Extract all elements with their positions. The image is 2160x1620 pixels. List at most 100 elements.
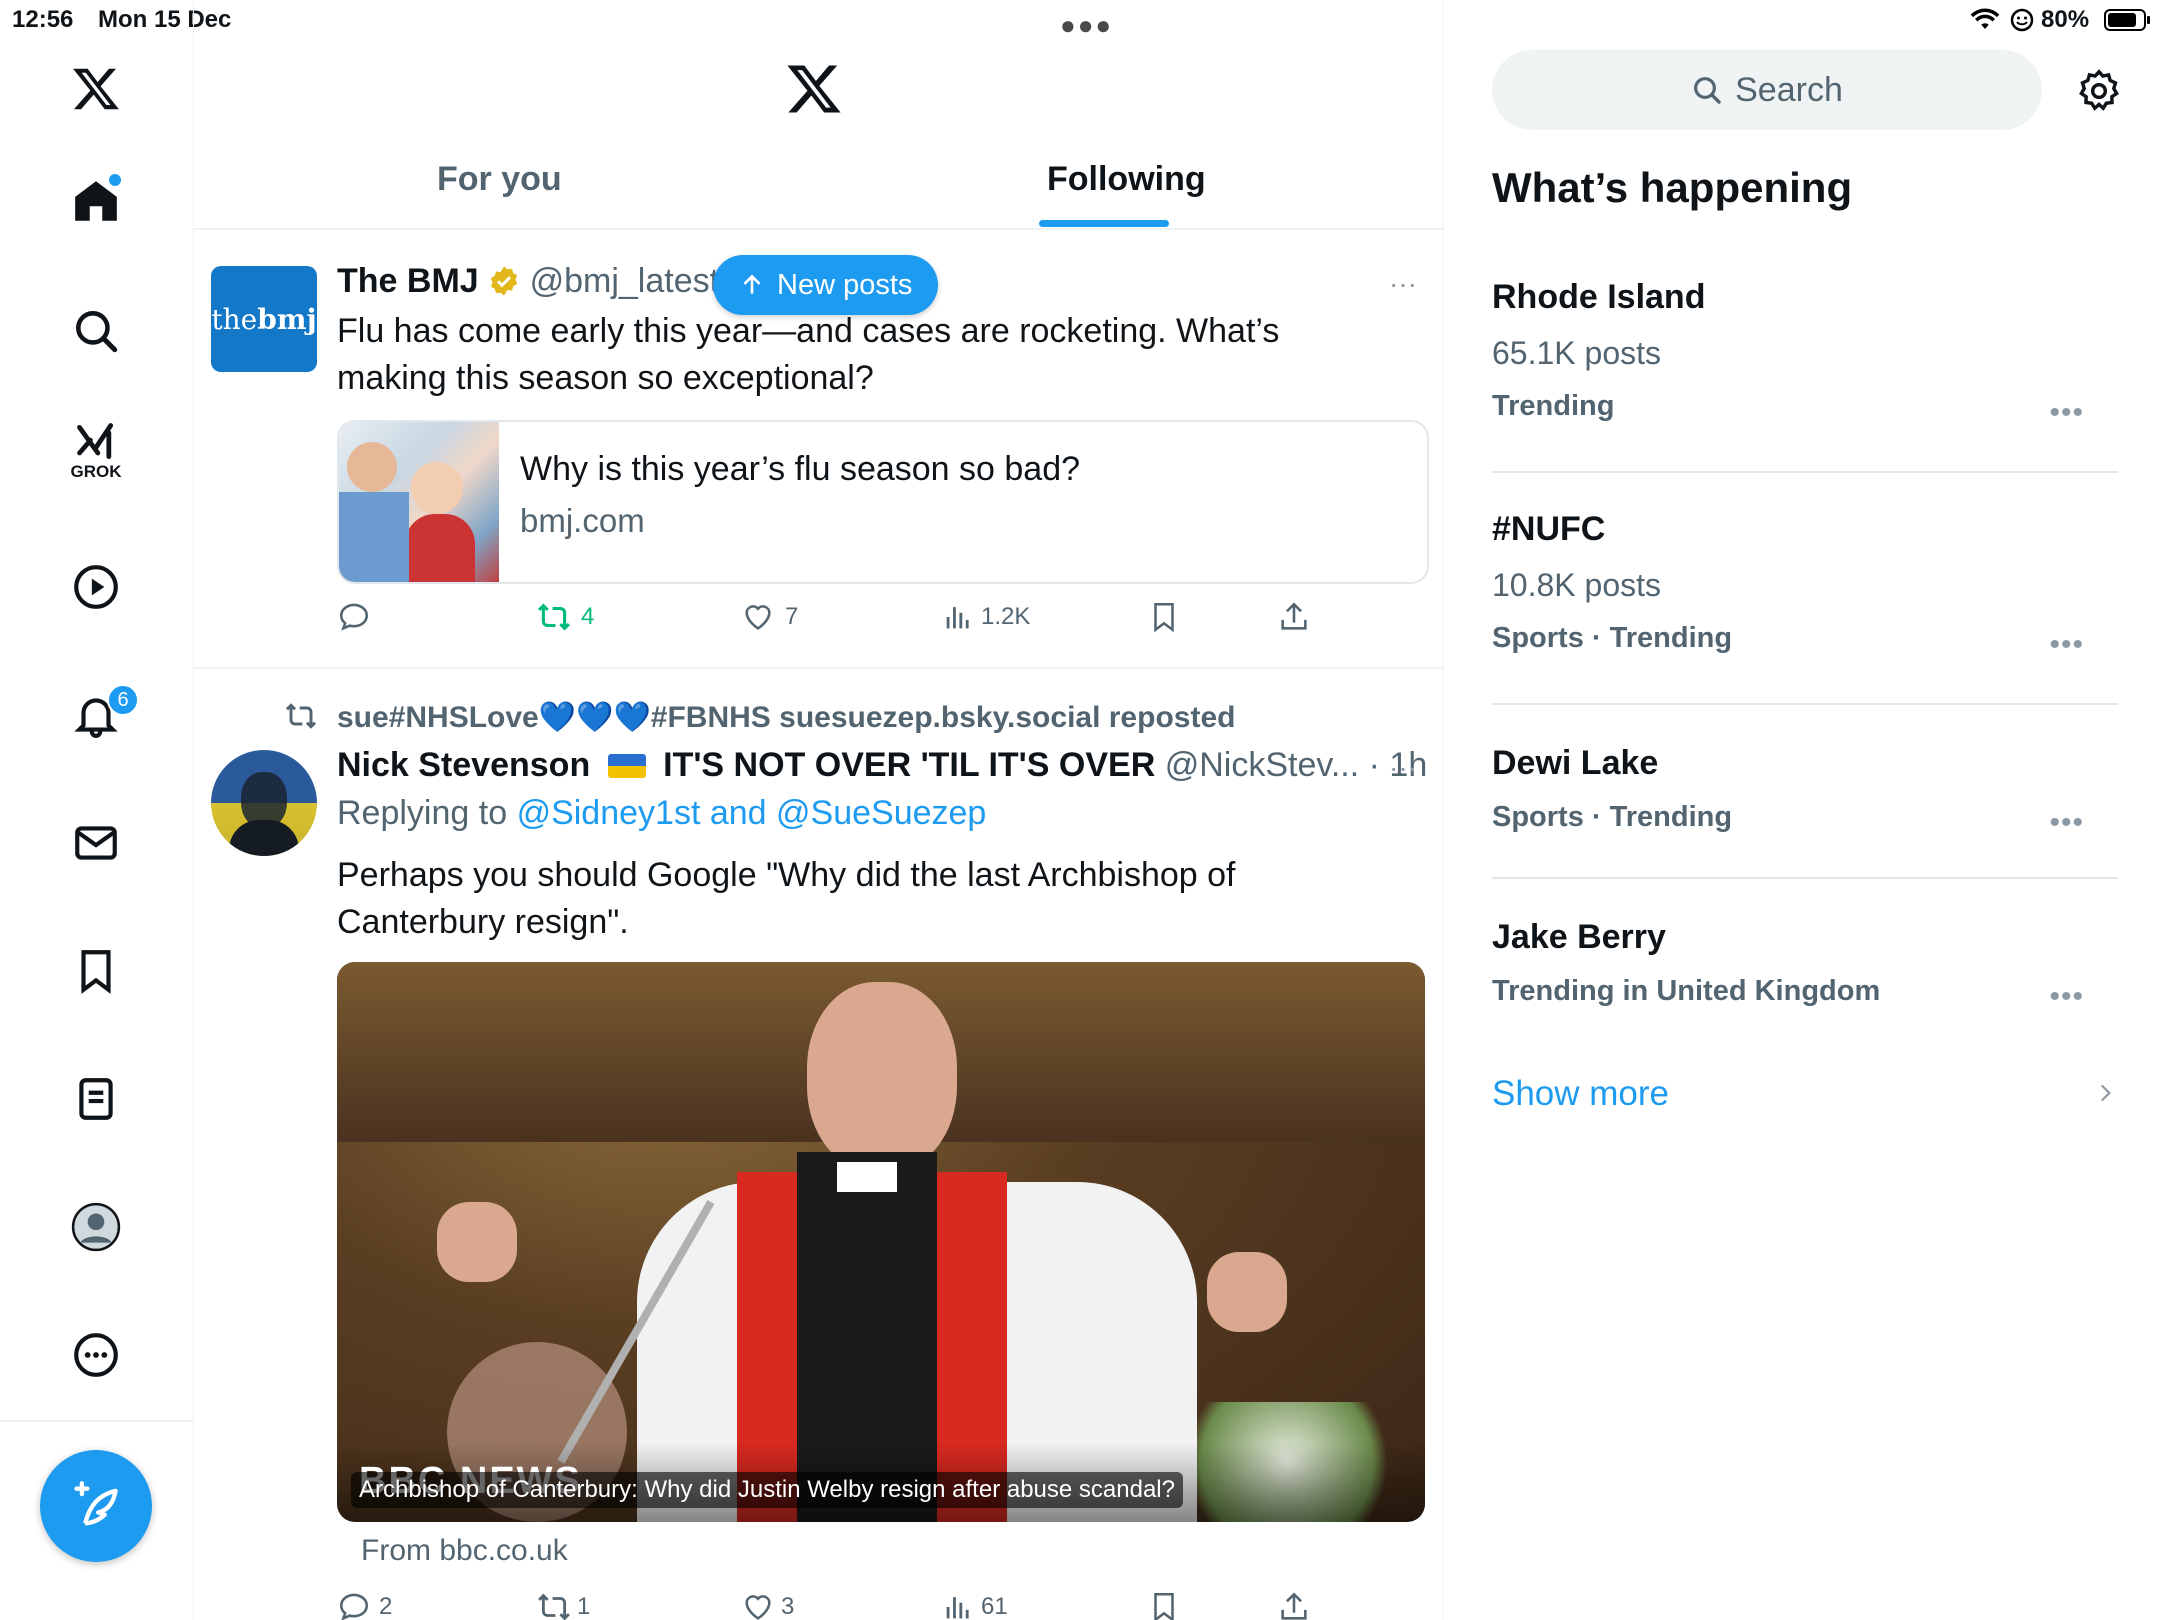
ukraine-flag-icon bbox=[607, 754, 646, 778]
reply-count: 2 bbox=[379, 1593, 393, 1620]
show-more-link[interactable]: Show more bbox=[1492, 1074, 1669, 1114]
share-icon bbox=[1281, 602, 1307, 630]
home-icon[interactable] bbox=[65, 170, 127, 232]
trend-context: Sports · Trending bbox=[1492, 801, 1733, 833]
trend-item[interactable]: #NUFC 10.8K posts Sports · Trending ••• bbox=[1492, 510, 2112, 680]
author-handle[interactable]: @bmj_latest bbox=[530, 262, 719, 300]
reply-button[interactable] bbox=[337, 600, 379, 634]
repost-icon bbox=[285, 700, 319, 734]
trend-menu-icon[interactable]: ••• bbox=[2049, 396, 2084, 430]
list-icon[interactable] bbox=[65, 1068, 127, 1130]
media-caption: Archbishop of Canterbury: Why did Justin… bbox=[351, 1472, 1183, 1508]
trend-divider bbox=[1492, 703, 2118, 705]
trend-divider bbox=[1492, 471, 2118, 473]
media-collar bbox=[837, 1162, 897, 1192]
link-card[interactable]: Why is this year’s flu season so bad? bm… bbox=[337, 420, 1429, 584]
reply-icon bbox=[339, 603, 369, 631]
like-count: 3 bbox=[781, 1593, 795, 1620]
arrow-up-icon bbox=[743, 274, 761, 294]
video-icon[interactable] bbox=[65, 556, 127, 618]
bell-icon[interactable]: 6 bbox=[65, 684, 139, 746]
repost-icon bbox=[538, 1593, 570, 1620]
home-unread-dot bbox=[109, 174, 121, 186]
author-name[interactable]: Nick Stevenson bbox=[337, 746, 590, 784]
search-input[interactable]: Search bbox=[1492, 50, 2042, 130]
profile-icon[interactable] bbox=[65, 1196, 127, 1258]
views-button[interactable]: 61 bbox=[941, 1590, 1008, 1620]
nurse-uniform bbox=[339, 492, 409, 582]
avatar[interactable] bbox=[211, 750, 317, 856]
compose-icon bbox=[74, 1481, 118, 1526]
like-count: 7 bbox=[785, 603, 799, 630]
trend-posts: 65.1K posts bbox=[1492, 335, 1661, 371]
media-source[interactable]: From bbc.co.uk bbox=[361, 1534, 568, 1568]
trend-menu-icon[interactable]: ••• bbox=[2049, 980, 2084, 1014]
like-button[interactable]: 3 bbox=[741, 1590, 794, 1620]
share-button[interactable] bbox=[1277, 1590, 1311, 1620]
tabs-divider bbox=[193, 228, 1443, 230]
link-card-domain: bmj.com bbox=[520, 502, 645, 539]
author-name[interactable]: The BMJ bbox=[337, 262, 479, 300]
repost-button[interactable]: 1 bbox=[537, 1590, 590, 1620]
tab-following[interactable]: Following bbox=[1047, 160, 1206, 199]
chevron-right-icon[interactable] bbox=[2092, 1078, 2116, 1108]
author-name-suffix[interactable]: IT'S NOT OVER 'TIL IT'S OVER bbox=[663, 746, 1155, 784]
views-icon bbox=[946, 1597, 969, 1619]
notifications-badge: 6 bbox=[107, 684, 139, 716]
tab-indicator bbox=[1039, 220, 1169, 227]
compose-button[interactable] bbox=[40, 1450, 152, 1562]
more-icon[interactable] bbox=[65, 1324, 127, 1386]
share-icon bbox=[1281, 1592, 1307, 1620]
verified-badge-icon bbox=[490, 266, 518, 296]
post-menu-icon[interactable]: ··· bbox=[1389, 752, 1417, 784]
settings-gear-icon[interactable] bbox=[2076, 68, 2122, 114]
repost-button[interactable]: 4 bbox=[537, 600, 594, 634]
avatar[interactable]: the bmj bbox=[211, 266, 317, 372]
media-left-fist bbox=[437, 1202, 517, 1282]
trend-menu-icon[interactable]: ••• bbox=[2049, 806, 2084, 840]
search-icon[interactable] bbox=[65, 300, 127, 362]
link-card-title: Why is this year’s flu season so bad? bbox=[520, 450, 1081, 488]
bookmark-button[interactable] bbox=[1147, 600, 1181, 634]
whats-happening-heading: What’s happening bbox=[1492, 164, 1853, 211]
nurse-face bbox=[347, 442, 397, 492]
author-handle[interactable]: @NickStev... bbox=[1165, 746, 1359, 784]
tab-for-you[interactable]: For you bbox=[437, 160, 562, 199]
media-image[interactable]: BBC NEWS Archbishop of Canterbury: Why d… bbox=[337, 962, 1425, 1522]
sidebar-nav: GROK 6 bbox=[0, 0, 194, 1620]
views-icon bbox=[946, 607, 969, 629]
post-divider bbox=[193, 667, 1443, 669]
heart-icon bbox=[745, 605, 771, 630]
trend-item[interactable]: Jake Berry Trending in United Kingdom ••… bbox=[1492, 918, 2112, 1038]
post-menu-icon[interactable]: ··· bbox=[1389, 268, 1417, 300]
new-posts-button[interactable]: New posts bbox=[713, 255, 939, 315]
repost-attribution[interactable]: sue#NHSLove💙💙💙#FBNHS suesuezep.bsky.soci… bbox=[337, 700, 1235, 735]
right-sidebar: Search What’s happening Rhode Island 65.… bbox=[1444, 0, 2160, 1620]
replying-to-link[interactable]: @Sidney1st and @SueSuezep bbox=[517, 794, 987, 832]
bookmark-button[interactable] bbox=[1147, 1590, 1181, 1620]
grok-label: GROK bbox=[70, 462, 122, 481]
grok-icon[interactable]: GROK bbox=[65, 420, 127, 482]
x-logo-icon[interactable] bbox=[65, 58, 127, 120]
like-button[interactable]: 7 bbox=[741, 600, 798, 634]
trend-context: Trending bbox=[1492, 390, 1615, 422]
trend-context: Sports · Trending bbox=[1492, 622, 1733, 654]
avatar-text-b: bmj bbox=[257, 302, 317, 336]
share-button[interactable] bbox=[1277, 600, 1311, 634]
trend-item[interactable]: Rhode Island 65.1K posts Trending ••• bbox=[1492, 278, 2112, 448]
trend-menu-icon[interactable]: ••• bbox=[2049, 628, 2084, 662]
bookmark-icon bbox=[1154, 602, 1174, 633]
search-placeholder: Search bbox=[1735, 70, 1843, 109]
bookmark-icon[interactable] bbox=[65, 940, 127, 1002]
mail-icon[interactable] bbox=[65, 812, 127, 874]
trend-divider bbox=[1492, 877, 2118, 879]
child-dress bbox=[405, 514, 475, 582]
views-button[interactable]: 1.2K bbox=[941, 600, 1030, 634]
replying-prefix: Replying to bbox=[337, 794, 508, 832]
media-head bbox=[807, 982, 957, 1172]
trend-title: Dewi Lake bbox=[1492, 744, 1659, 782]
trend-item[interactable]: Dewi Lake Sports · Trending ••• bbox=[1492, 744, 2112, 864]
repost-count: 1 bbox=[577, 1593, 591, 1620]
reply-button[interactable]: 2 bbox=[337, 1590, 392, 1620]
trend-context: Trending in United Kingdom bbox=[1492, 975, 1881, 1007]
